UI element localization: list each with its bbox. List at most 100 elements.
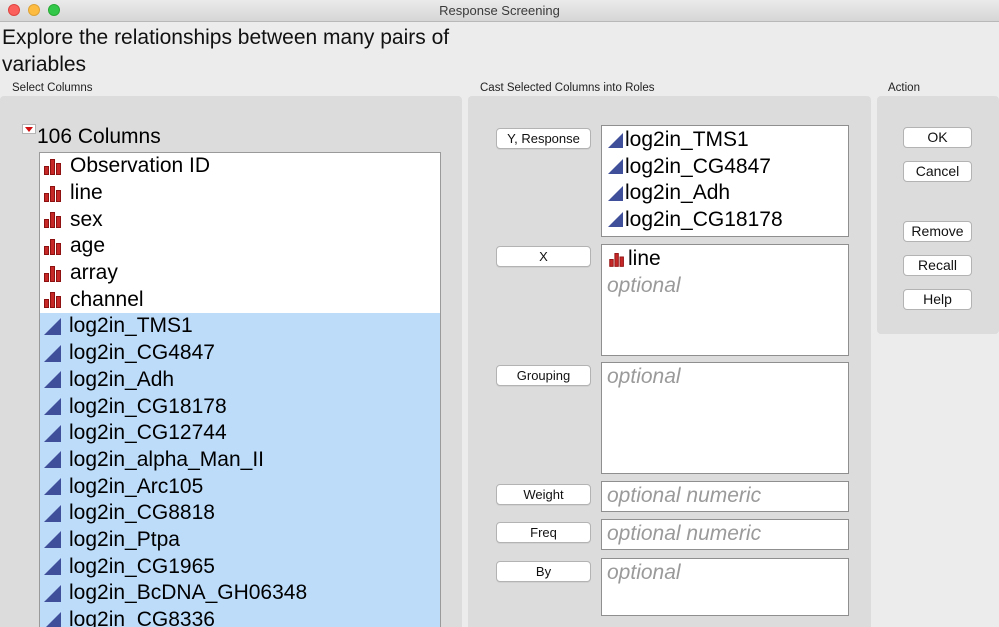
column-list-item[interactable]: log2in_Adh (40, 366, 440, 394)
column-list-item[interactable]: Observation ID (40, 153, 440, 180)
continuous-column-icon (44, 584, 61, 602)
continuous-column-icon (44, 611, 61, 627)
column-list-item[interactable]: sex (40, 206, 440, 233)
select-columns-label: Select Columns (12, 82, 93, 94)
minimize-window-button[interactable] (28, 4, 40, 16)
nominal-column-icon (44, 158, 62, 175)
list-item[interactable]: log2in_TMS1 (602, 127, 848, 154)
column-name: log2in_CG8818 (69, 501, 215, 525)
x-placeholder: optional (607, 273, 681, 297)
column-name: log2in_Ptpa (69, 527, 180, 551)
zoom-window-button[interactable] (48, 4, 60, 16)
column-list-item[interactable]: log2in_alpha_Man_II (40, 446, 440, 474)
continuous-column-icon (44, 531, 61, 549)
column-name: log2in_CG1965 (69, 554, 215, 578)
weight-placeholder: optional numeric (607, 484, 762, 507)
column-list-item[interactable]: line (40, 180, 440, 207)
column-name: log2in_TMS1 (69, 314, 193, 338)
continuous-column-icon (608, 159, 623, 175)
column-list-item[interactable]: log2in_CG12744 (40, 419, 440, 447)
continuous-column-icon (608, 212, 623, 228)
continuous-column-icon (608, 185, 623, 201)
column-list-item[interactable]: log2in_CG8818 (40, 499, 440, 527)
column-list-item[interactable]: array (40, 260, 440, 287)
continuous-column-icon (44, 504, 61, 522)
column-list-item[interactable]: log2in_BcDNA_GH06348 (40, 580, 440, 607)
column-name: channel (70, 287, 144, 311)
continuous-column-icon (608, 132, 623, 148)
dialog-description: Explore the relationships between many p… (2, 26, 450, 76)
x-button[interactable]: X (496, 246, 591, 267)
nominal-column-icon (44, 185, 62, 202)
column-list-item[interactable]: age (40, 233, 440, 260)
column-list-item[interactable]: log2in_TMS1 (40, 313, 440, 340)
cast-roles-label: Cast Selected Columns into Roles (480, 82, 655, 94)
continuous-column-icon (44, 344, 61, 362)
column-list-item[interactable]: channel (40, 286, 440, 313)
by-button[interactable]: By (496, 561, 591, 582)
grouping-list[interactable]: optional (601, 362, 849, 474)
x-list[interactable]: line optional (601, 244, 849, 356)
column-list-item[interactable]: log2in_CG18178 (40, 393, 440, 420)
y-response-button[interactable]: Y, Response (496, 128, 591, 149)
column-list[interactable]: Observation ID line sex age array channel log2… (39, 152, 441, 627)
column-count: 106 Columns (37, 125, 161, 148)
y-response-column-name: log2in_CG18178 (625, 207, 783, 231)
y-response-column-name: log2in_Adh (625, 181, 731, 205)
column-name: log2in_Adh (69, 367, 175, 391)
column-name: array (70, 261, 118, 285)
list-item[interactable]: log2in_CG18178 (602, 207, 848, 234)
title-bar: Response Screening (0, 0, 999, 22)
continuous-column-icon (44, 317, 61, 335)
continuous-column-icon (44, 478, 61, 496)
column-name: sex (70, 207, 103, 231)
continuous-column-icon (44, 371, 61, 389)
list-item[interactable]: log2in_Adh (602, 180, 848, 207)
column-name: line (70, 181, 103, 205)
continuous-column-icon (44, 398, 61, 416)
nominal-column-icon (44, 265, 62, 282)
help-button[interactable]: Help (903, 289, 972, 310)
by-placeholder: optional (607, 561, 681, 584)
column-name: age (70, 234, 106, 258)
y-response-column-name: log2in_TMS1 (625, 128, 749, 152)
column-name: log2in_CG12744 (69, 421, 227, 445)
grouping-button[interactable]: Grouping (496, 365, 591, 386)
column-name: log2in_Arc105 (69, 474, 204, 498)
cancel-button[interactable]: Cancel (903, 161, 972, 182)
list-item[interactable]: log2in_CG4847 (602, 154, 848, 181)
y-response-list[interactable]: log2in_TMS1 log2in_CG4847 log2in_Adh log2in… (601, 125, 849, 237)
column-name: log2in_CG4847 (69, 341, 215, 365)
nominal-column-icon (609, 252, 624, 267)
continuous-column-icon (44, 451, 61, 469)
ok-button[interactable]: OK (903, 127, 972, 148)
freq-placeholder: optional numeric (607, 522, 762, 545)
freq-field[interactable]: optional numeric (601, 519, 849, 550)
continuous-column-icon (44, 558, 61, 576)
column-list-item[interactable]: log2in_CG4847 (40, 339, 440, 367)
column-name: log2in_alpha_Man_II (69, 447, 264, 471)
recall-button[interactable]: Recall (903, 255, 972, 276)
by-list[interactable]: optional (601, 558, 849, 616)
list-item[interactable]: line (602, 246, 848, 273)
nominal-column-icon (44, 238, 62, 255)
weight-field[interactable]: optional numeric (601, 481, 849, 512)
column-name: Observation ID (70, 154, 211, 178)
window-title: Response Screening (439, 3, 560, 18)
grouping-placeholder: optional (607, 365, 681, 388)
column-list-item[interactable]: log2in_CG1965 (40, 553, 440, 580)
column-list-item[interactable]: log2in_CG8336 (40, 606, 440, 627)
column-list-item[interactable]: log2in_Arc105 (40, 473, 440, 500)
remove-button[interactable]: Remove (903, 221, 972, 242)
continuous-column-icon (44, 424, 61, 442)
weight-button[interactable]: Weight (496, 484, 591, 505)
column-name: log2in_CG8336 (69, 608, 215, 627)
freq-button[interactable]: Freq (496, 522, 591, 543)
collapse-columns-icon[interactable] (22, 124, 36, 134)
column-name: log2in_BcDNA_GH06348 (69, 581, 308, 605)
column-name: log2in_CG18178 (69, 394, 227, 418)
column-list-item[interactable]: log2in_Ptpa (40, 526, 440, 554)
nominal-column-icon (44, 211, 62, 229)
y-response-column-name: log2in_CG4847 (625, 154, 771, 178)
close-window-button[interactable] (8, 4, 20, 16)
